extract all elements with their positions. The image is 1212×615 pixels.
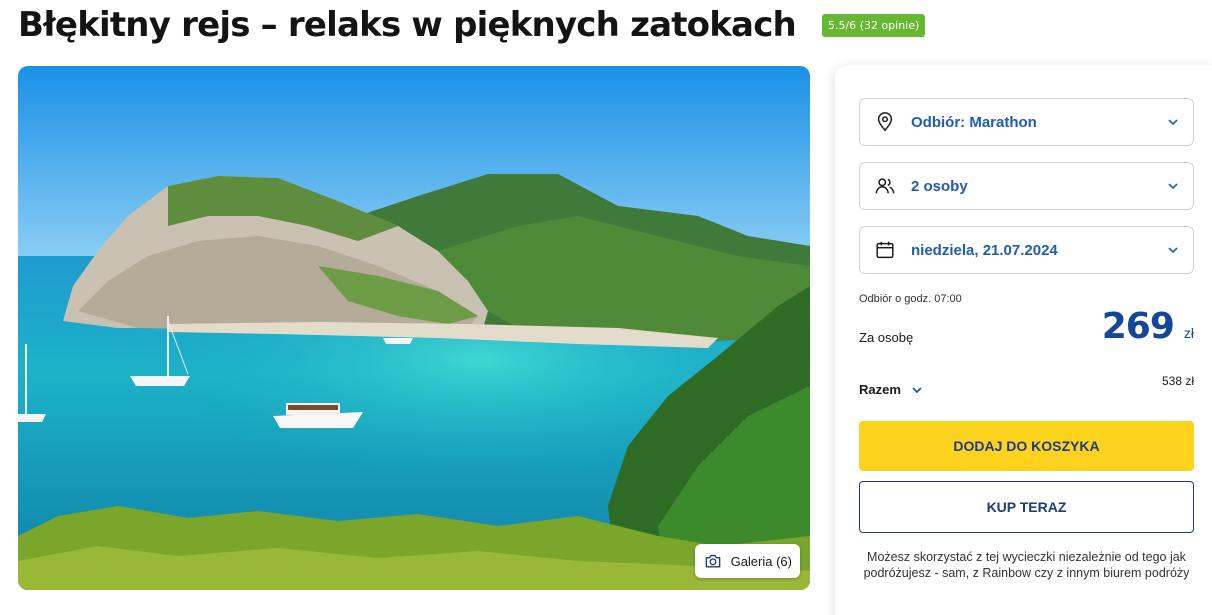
persons-select[interactable]: 2 osoby (859, 162, 1194, 210)
people-icon (874, 175, 896, 197)
page-title: Błękitny rejs – relaks w pięknych zatoka… (18, 5, 797, 45)
main-photo[interactable]: Galeria (6) (18, 66, 810, 590)
per-person-label: Za osobę (859, 330, 914, 345)
rating-badge[interactable]: 5.5/6 (32 opinie) (821, 13, 926, 37)
gallery-label: Galeria (6) (730, 553, 792, 569)
price-value: 269 (1101, 306, 1175, 347)
gallery-button[interactable]: Galeria (6) (694, 544, 800, 578)
chevron-down-icon (912, 386, 922, 393)
camera-icon (705, 554, 720, 568)
persons-select-label: 2 osoby (911, 177, 968, 195)
header: Błękitny rejs – relaks w pięknych zatoka… (18, 0, 926, 50)
price-currency: zł (1183, 325, 1194, 341)
chevron-down-icon (1168, 183, 1178, 190)
location-pin-icon (874, 111, 896, 133)
pickup-select[interactable]: Odbiór: Marathon (859, 98, 1194, 146)
chevron-down-icon (1168, 247, 1178, 254)
calendar-icon (874, 239, 896, 261)
price: 269 zł (1102, 306, 1194, 347)
page: Błękitny rejs – relaks w pięknych zatoka… (0, 0, 1212, 615)
date-select[interactable]: niedziela, 21.07.2024 (859, 226, 1194, 274)
info-note: Możesz skorzystać z tej wycieczki niezal… (863, 550, 1190, 580)
total-toggle[interactable]: Razem (859, 382, 923, 397)
total-label: Razem (859, 382, 901, 397)
buy-now-button[interactable]: KUP TERAZ (859, 481, 1194, 533)
date-select-label: niedziela, 21.07.2024 (911, 241, 1058, 259)
pickup-time: Odbiór o godz. 07:00 (859, 293, 962, 305)
total-price: 538 zł (1161, 374, 1194, 388)
add-to-cart-button[interactable]: DODAJ DO KOSZYKA (859, 421, 1194, 471)
chevron-down-icon (1168, 119, 1178, 126)
bay-landscape-image (18, 66, 810, 590)
pickup-select-label: Odbiór: Marathon (911, 113, 1037, 131)
booking-panel: Odbiór: Marathon 2 osoby niedziela, 21.0… (835, 66, 1212, 615)
